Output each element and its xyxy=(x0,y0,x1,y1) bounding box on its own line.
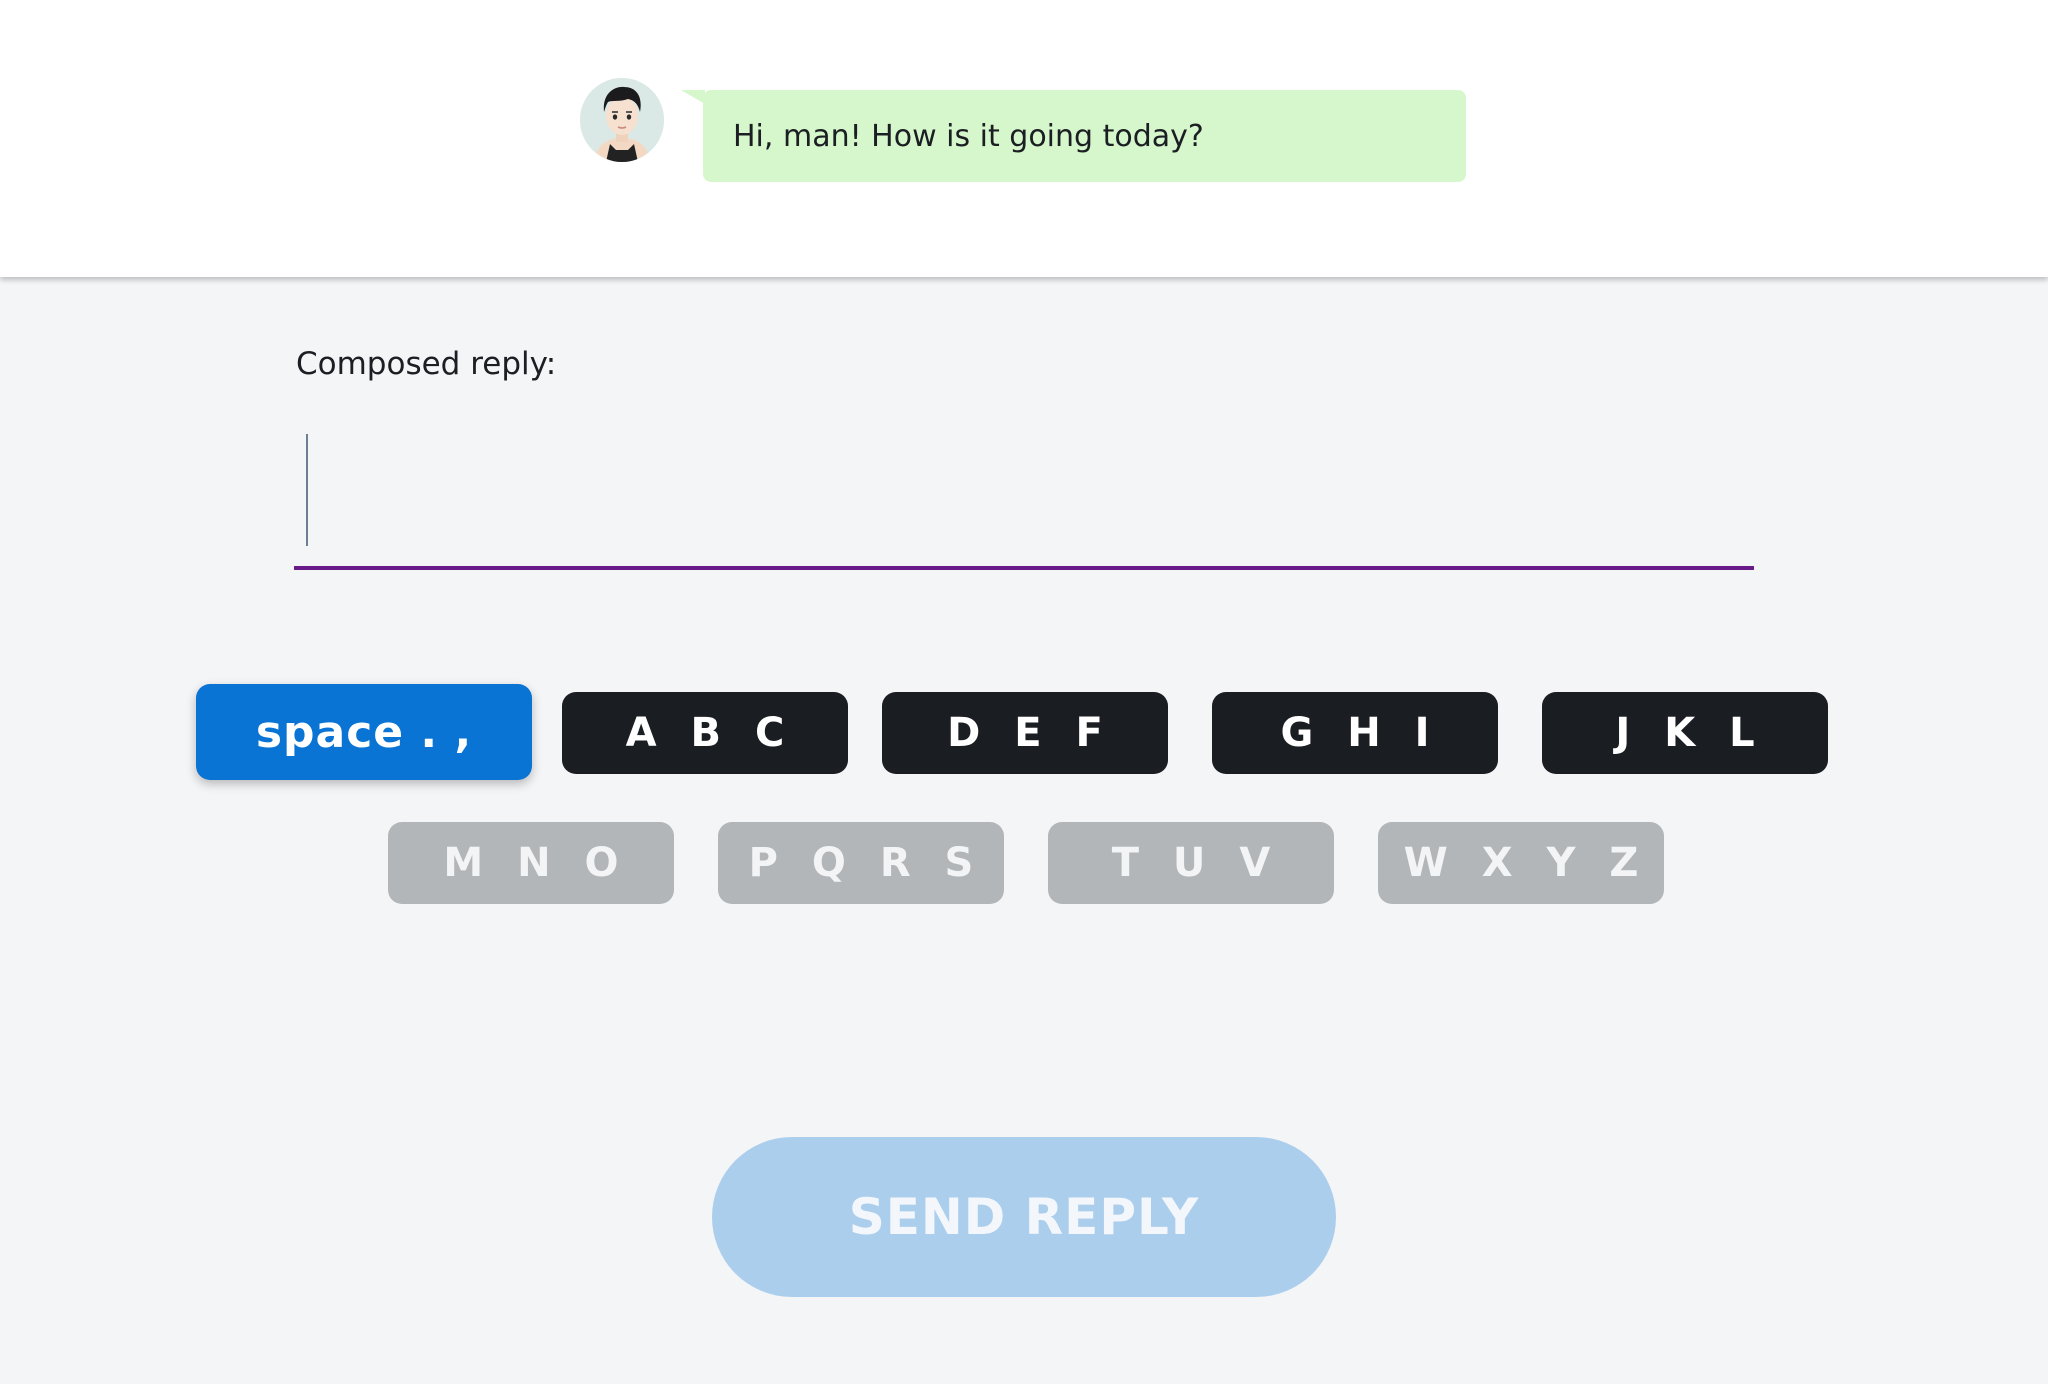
key-space-punctuation[interactable]: space . , xyxy=(196,684,532,780)
composed-reply-field[interactable] xyxy=(294,420,1754,570)
key-abc[interactable]: A B C xyxy=(562,692,848,774)
incoming-message: Hi, man! How is it going today? xyxy=(703,90,1466,182)
composed-reply-label: Composed reply: xyxy=(296,346,557,382)
key-def[interactable]: D E F xyxy=(882,692,1168,774)
key-mno[interactable]: M N O xyxy=(388,822,674,904)
key-pqrs[interactable]: P Q R S xyxy=(718,822,1004,904)
key-tuv[interactable]: T U V xyxy=(1048,822,1334,904)
key-jkl[interactable]: J K L xyxy=(1542,692,1828,774)
key-wxyz[interactable]: W X Y Z xyxy=(1378,822,1664,904)
male-avatar-icon xyxy=(580,78,664,162)
bubble-tail xyxy=(681,90,705,104)
send-reply-button[interactable]: SEND REPLY xyxy=(712,1137,1336,1297)
chat-header: Hi, man! How is it going today? xyxy=(0,0,2048,277)
key-ghi[interactable]: G H I xyxy=(1212,692,1498,774)
text-caret xyxy=(306,434,308,546)
